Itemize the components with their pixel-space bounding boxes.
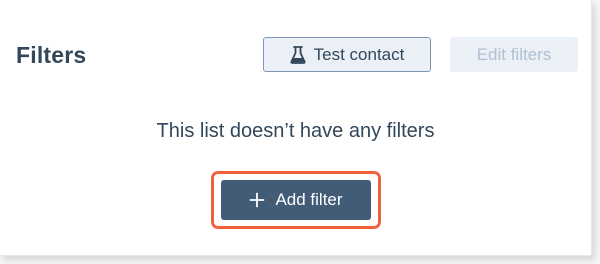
add-filter-label: Add filter: [275, 190, 343, 209]
filters-panel: Filters Test contact Edit filters This l…: [0, 0, 592, 256]
empty-state-message: This list doesn’t have any filters: [156, 120, 435, 142]
edit-filters-button[interactable]: Edit filters: [450, 37, 578, 72]
page-title: Filters: [16, 42, 87, 68]
test-contact-button[interactable]: Test contact: [263, 37, 431, 72]
flask-icon: [290, 45, 306, 64]
test-contact-label: Test contact: [313, 44, 405, 64]
add-filter-button[interactable]: Add filter: [221, 180, 371, 220]
plus-icon: [249, 192, 265, 208]
edit-filters-label: Edit filters: [476, 44, 552, 64]
